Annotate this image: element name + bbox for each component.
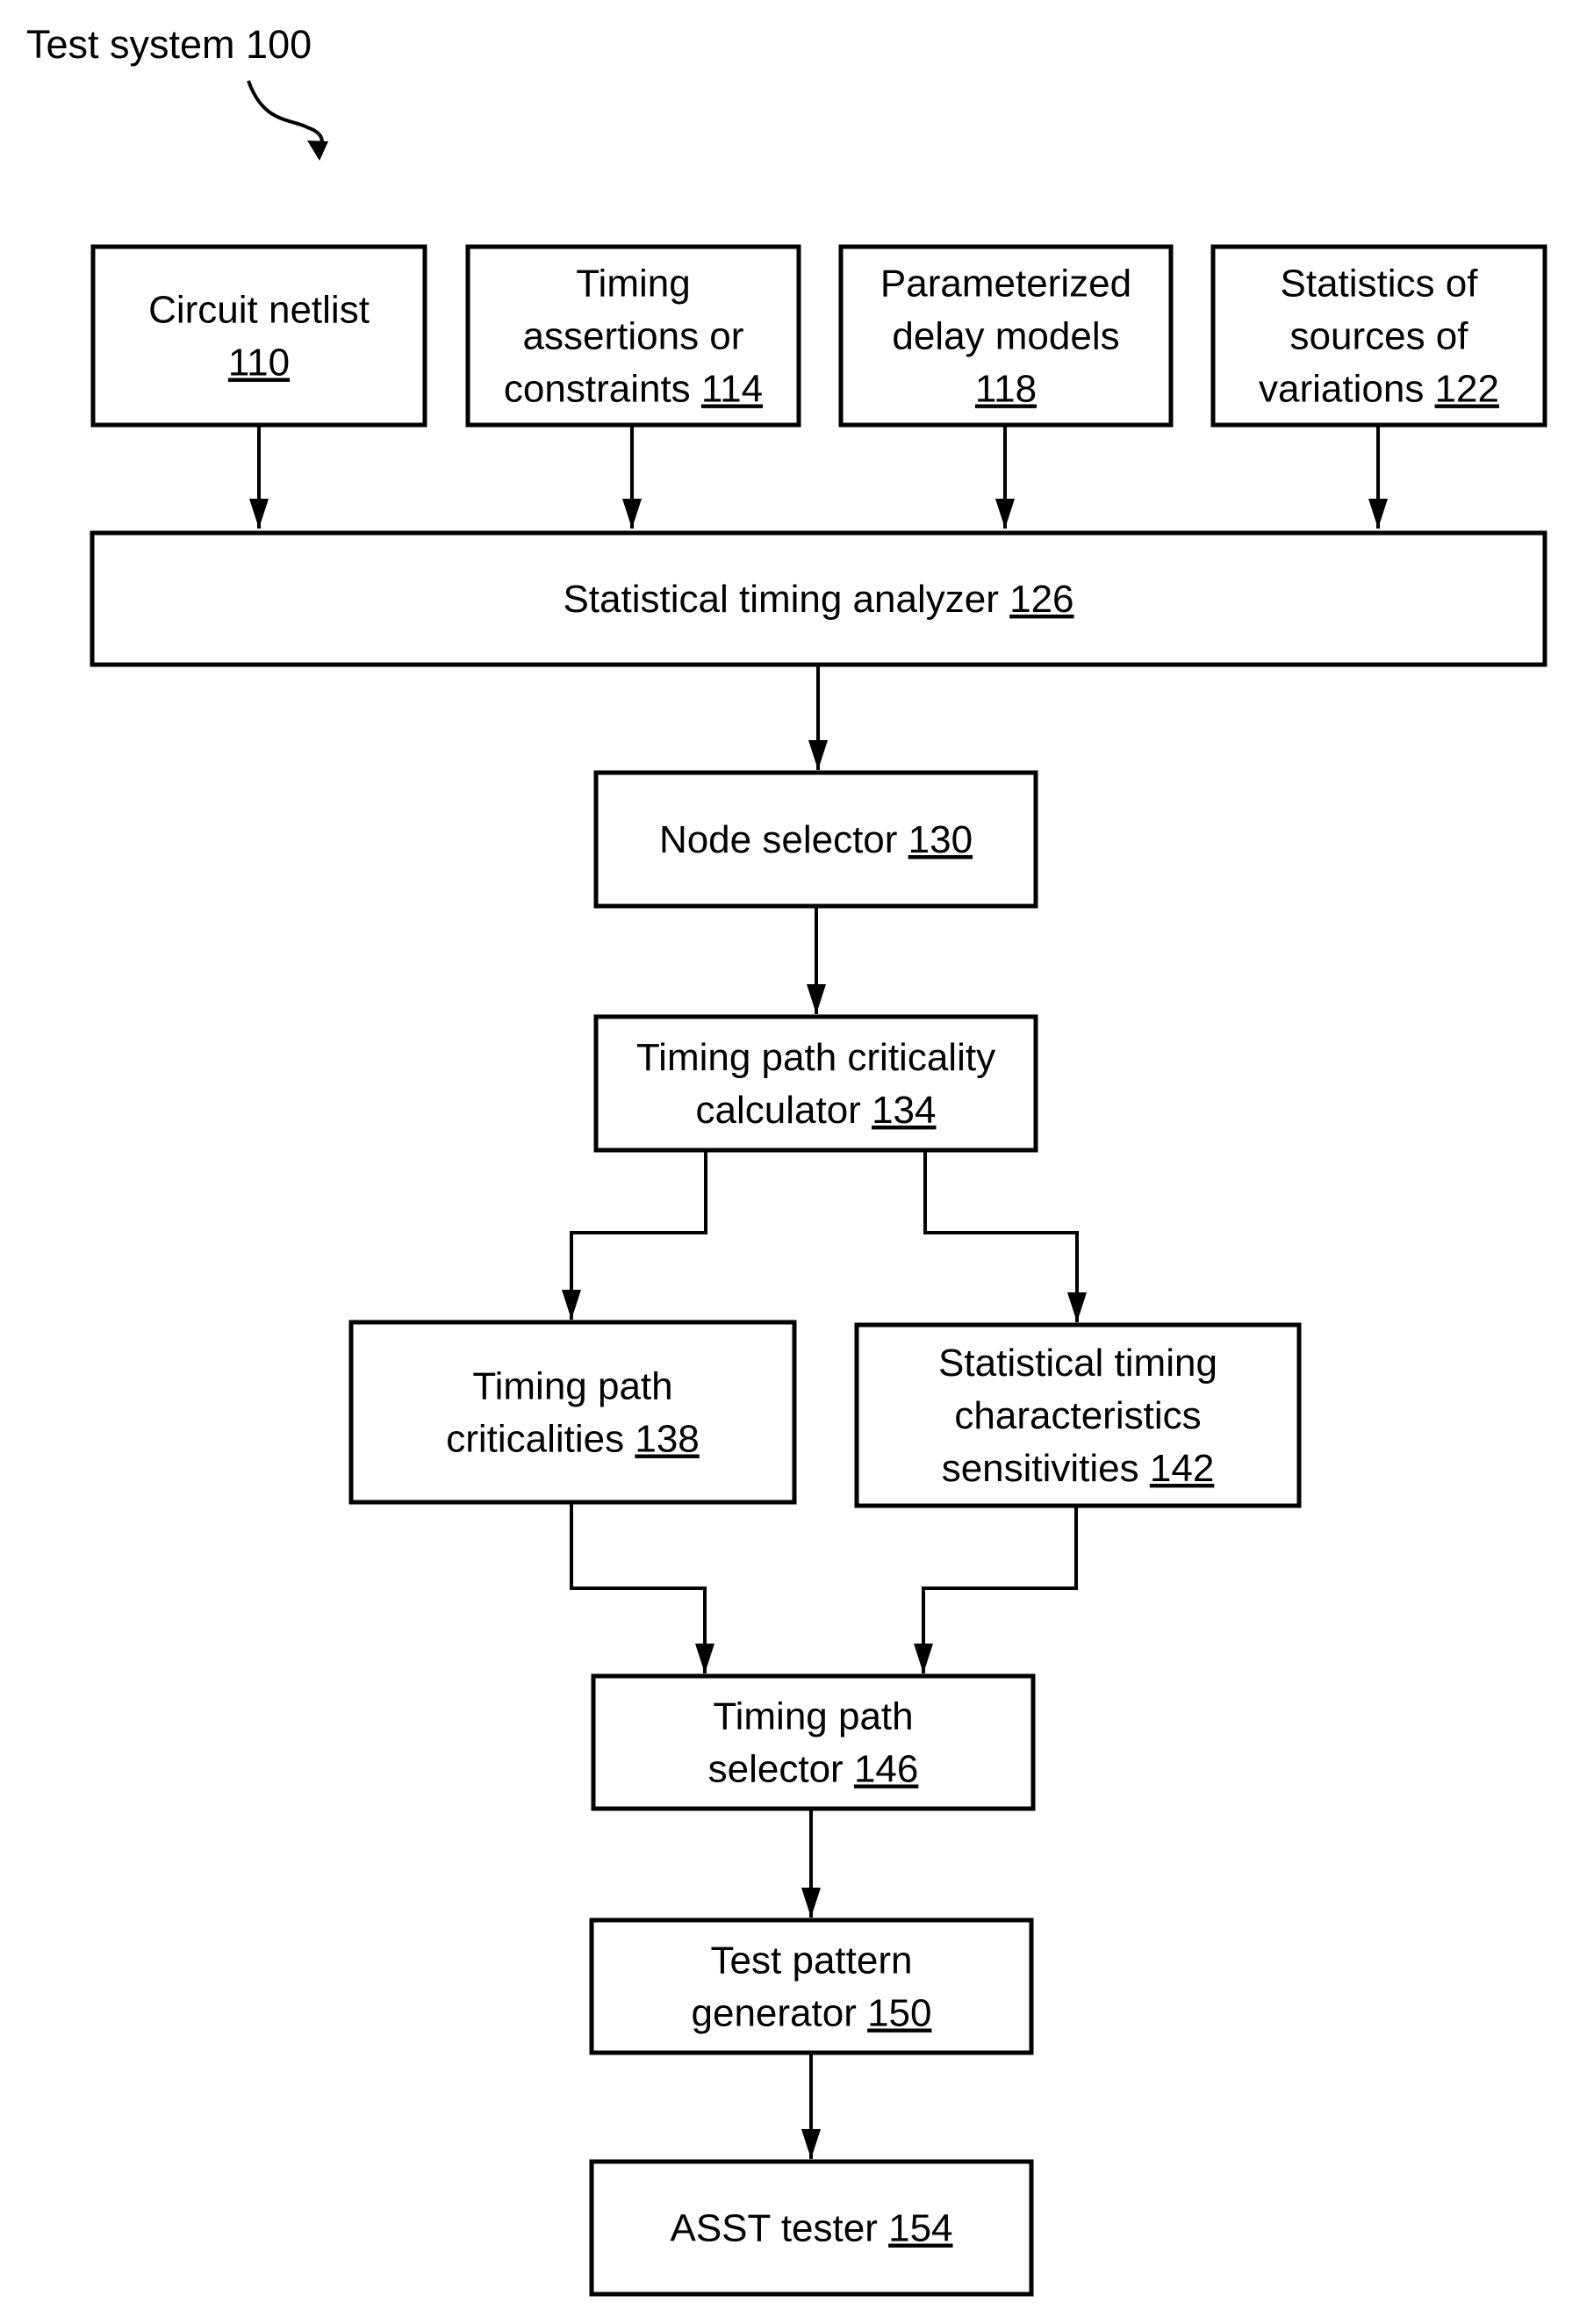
node-sta: Statistical timing analyzer 126	[90, 530, 1547, 667]
reference-numeral: 134	[872, 1089, 936, 1132]
connectors	[249, 425, 1388, 2159]
node-path-selector: Timing path selector 146	[591, 1673, 1036, 1811]
node-label: Node selector 130	[659, 818, 973, 861]
node-variation-stats: Statistics of sources of variations 122	[1210, 244, 1547, 428]
node-label: Statistical timing analyzer 126	[563, 578, 1073, 621]
node-label-line: characteristics	[954, 1394, 1201, 1437]
node-criticality-calc: Timing path criticality calculator 134	[593, 1014, 1038, 1153]
reference-numeral: 154	[888, 2207, 952, 2250]
node-pattern-gen: Test pattern generator 150	[589, 1917, 1034, 2055]
node-label-line: Timing path	[713, 1695, 913, 1738]
node-label-line: Statistics of	[1281, 263, 1479, 306]
arrowhead-icon	[1067, 1292, 1087, 1322]
node-label-line: Parameterized	[880, 263, 1131, 306]
arrowhead-icon	[622, 499, 642, 529]
node-label-line: sources of	[1290, 315, 1469, 358]
node-delay-models: Parameterized delay models 118	[838, 244, 1174, 428]
node-label: Statistics of sources of variations 122	[1259, 263, 1499, 411]
node-circuit-netlist: Circuit netlist 110	[90, 244, 427, 428]
node-label-line: Timing path criticality	[636, 1036, 995, 1079]
node-node-selector: Node selector 130	[593, 770, 1038, 909]
arrowhead-icon	[801, 2129, 821, 2159]
nodes: Circuit netlist 110 Timing assertions or con…	[90, 244, 1547, 2297]
test-system-diagram: Test system 100 Circuit netlist 110 Timing…	[26, 22, 1547, 2297]
node-label-line: delay models	[892, 315, 1119, 358]
node-label-line: Timing path	[472, 1365, 672, 1408]
node-label-line: calculator	[696, 1089, 872, 1132]
reference-numeral: 114	[701, 368, 763, 411]
reference-numeral: 150	[867, 1992, 931, 2035]
node-box	[348, 1320, 797, 1505]
node-label-line: Statistical timing analyzer	[563, 578, 1009, 621]
node-label-line: Statistical timing	[938, 1342, 1217, 1385]
node-label-line: generator	[692, 1992, 868, 2035]
node-label: ASST tester 154	[670, 2207, 952, 2250]
node-label-line: Timing	[576, 263, 690, 306]
node-label-line: ASST tester	[670, 2207, 888, 2250]
arrowhead-icon	[249, 499, 269, 529]
reference-numeral: 118	[975, 368, 1037, 411]
node-box	[90, 244, 427, 428]
reference-numeral: 122	[1435, 368, 1499, 411]
reference-numeral: 138	[635, 1418, 699, 1461]
arrowhead-icon	[801, 1888, 821, 1917]
reference-numeral: 142	[1150, 1447, 1214, 1490]
node-label-line: assertions or	[523, 315, 744, 358]
arrowhead-icon	[807, 984, 826, 1014]
edge-sensitivities-to-path-selector	[922, 1506, 1078, 1673]
arrowhead-icon	[808, 740, 828, 770]
reference-numeral: 126	[1009, 578, 1073, 621]
edge-criticality-calc-to-sensitivities	[923, 1150, 1079, 1322]
node-label-line: Test pattern	[711, 1939, 913, 1982]
edge-criticality-calc-to-criticalities	[570, 1150, 707, 1320]
node-criticalities: Timing path criticalities 138	[348, 1320, 797, 1505]
arrowhead-icon	[1368, 499, 1388, 529]
node-asst-tester: ASST tester 154	[589, 2159, 1034, 2297]
reference-numeral: 146	[854, 1748, 918, 1791]
node-label: Statistical timing characteristics sensiti…	[938, 1342, 1217, 1490]
node-label-line: variations	[1259, 368, 1435, 411]
arrowhead-icon	[995, 499, 1015, 529]
arrowhead-icon	[914, 1644, 933, 1673]
node-label-line: constraints	[504, 368, 701, 411]
node-label-line: Node selector	[659, 818, 908, 861]
title-leader-curve	[247, 80, 324, 150]
node-label-line: criticalities	[446, 1418, 635, 1461]
node-timing-assertions: Timing assertions or constraints 114	[465, 244, 801, 428]
edge-criticalities-to-path-selector	[570, 1502, 707, 1673]
node-label-line: Circuit netlist	[148, 289, 370, 332]
node-label-line: selector	[708, 1748, 854, 1791]
node-sensitivities: Statistical timing characteristics sensiti…	[854, 1322, 1302, 1508]
node-label-line: sensitivities	[942, 1447, 1150, 1490]
reference-numeral: 110	[228, 342, 290, 385]
reference-numeral: 130	[908, 818, 973, 861]
title-leader-arrowhead	[307, 140, 328, 161]
arrowhead-icon	[562, 1290, 581, 1320]
diagram-title: Test system 100	[26, 22, 312, 67]
arrowhead-icon	[695, 1644, 714, 1673]
